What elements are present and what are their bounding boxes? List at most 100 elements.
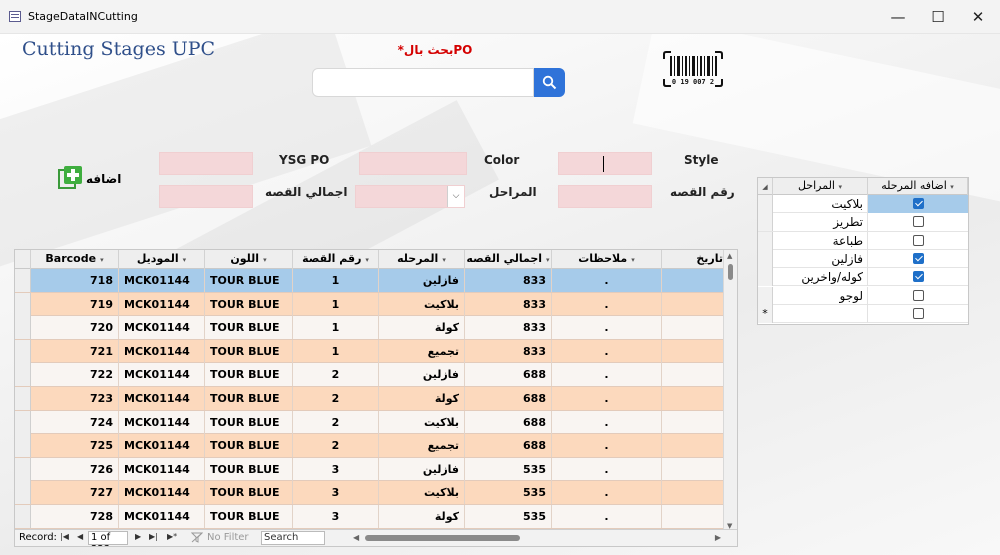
cell-barcode[interactable]: 719 [31, 292, 119, 316]
header-notes[interactable]: ملاحظات ▾ [552, 250, 662, 269]
cell-date[interactable] [662, 339, 724, 363]
row-selector[interactable] [15, 292, 31, 316]
header-stage[interactable]: المرحله ▾ [379, 250, 465, 269]
stage-checkbox[interactable] [913, 198, 924, 209]
cell-cut-number[interactable]: 3 [293, 505, 379, 528]
cell-stage[interactable]: كولة [379, 505, 465, 528]
header-date[interactable]: تاريخ [662, 250, 724, 269]
row-selector[interactable] [15, 269, 31, 292]
stage-name[interactable] [773, 304, 868, 323]
row-selector[interactable] [15, 434, 31, 458]
cell-cut-number[interactable]: 3 [293, 481, 379, 505]
cell-notes[interactable]: . [552, 410, 662, 434]
cell-cut-number[interactable]: 1 [293, 292, 379, 316]
style-field[interactable] [558, 152, 652, 175]
cell-barcode[interactable]: 718 [31, 269, 119, 292]
cell-notes[interactable]: . [552, 457, 662, 481]
cell-date[interactable] [662, 387, 724, 410]
cell-notes[interactable]: . [552, 316, 662, 340]
cell-date[interactable] [662, 316, 724, 340]
cut-number-field[interactable] [558, 185, 652, 208]
scroll-left-icon[interactable]: ◀ [353, 533, 359, 542]
cell-stage[interactable]: كولة [379, 316, 465, 340]
table-row[interactable]: 718 MCK01144 TOUR BLUE 1 فازلين 833. [15, 269, 724, 293]
row-selector[interactable] [15, 316, 31, 340]
next-record-icon[interactable]: ▶ [135, 532, 141, 541]
cell-color[interactable]: TOUR BLUE [205, 434, 293, 458]
search-button[interactable] [534, 68, 565, 97]
cell-notes[interactable]: . [552, 481, 662, 505]
cell-model[interactable]: MCK01144 [119, 505, 205, 528]
row-selector[interactable] [15, 387, 31, 410]
cell-notes[interactable]: . [552, 339, 662, 363]
cell-model[interactable]: MCK01144 [119, 363, 205, 387]
cell-date[interactable] [662, 363, 724, 387]
stage-add-cell[interactable] [868, 287, 968, 305]
stage-add-cell[interactable] [868, 195, 968, 213]
stage-checkbox[interactable] [913, 252, 924, 264]
cell-total[interactable]: 535 [465, 481, 552, 505]
color-field[interactable] [359, 152, 467, 175]
row-selector[interactable] [15, 339, 31, 363]
stage-checkbox[interactable] [913, 289, 924, 301]
cell-total[interactable]: 688 [465, 434, 552, 458]
new-record-icon[interactable]: ▶* [167, 532, 177, 541]
stages-subform[interactable]: ◢ المراحل ▾ اضافه المرحله ▾ بلاكيت تطريز ط… [757, 177, 969, 325]
row-selector[interactable] [758, 286, 773, 305]
stage-name[interactable]: تطريز [773, 213, 868, 232]
cell-total[interactable]: 688 [465, 410, 552, 434]
cell-date[interactable] [662, 457, 724, 481]
cell-barcode[interactable]: 720 [31, 316, 119, 340]
cell-date[interactable] [662, 505, 724, 528]
cell-color[interactable]: TOUR BLUE [205, 387, 293, 410]
cell-stage[interactable]: فازلين [379, 269, 465, 292]
cell-stage[interactable]: كولة [379, 387, 465, 410]
cell-total[interactable]: 833 [465, 292, 552, 316]
table-row[interactable]: 721 MCK01144 TOUR BLUE 1 تجميع 833. [15, 339, 724, 364]
cell-cut-number[interactable]: 3 [293, 457, 379, 481]
cell-notes[interactable]: . [552, 387, 662, 410]
row-selector[interactable] [15, 363, 31, 387]
cell-model[interactable]: MCK01144 [119, 481, 205, 505]
cell-barcode[interactable]: 722 [31, 363, 119, 387]
cell-barcode[interactable]: 721 [31, 339, 119, 363]
row-selector[interactable] [758, 231, 773, 250]
header-barcode[interactable]: Barcode ▾ [31, 250, 119, 269]
po-search-input[interactable] [312, 68, 534, 97]
vertical-scrollbar[interactable]: ▲ ▼ [723, 250, 737, 531]
stage-row[interactable]: * [758, 304, 968, 324]
header-total[interactable]: اجمالي القصه ▾ [465, 250, 552, 269]
stages-header-corner[interactable]: ◢ [758, 178, 773, 195]
cell-total[interactable]: 688 [465, 387, 552, 410]
cell-cut-number[interactable]: 2 [293, 434, 379, 458]
no-filter-button[interactable]: No Filter [207, 532, 249, 543]
cell-model[interactable]: MCK01144 [119, 292, 205, 316]
current-record-field[interactable]: 1 of 223 [88, 531, 128, 546]
scroll-up-icon[interactable]: ▲ [727, 252, 732, 260]
table-row[interactable]: 722 MCK01144 TOUR BLUE 2 فازلين 688. [15, 363, 724, 387]
cell-stage[interactable]: تجميع [379, 434, 465, 458]
cell-color[interactable]: TOUR BLUE [205, 481, 293, 505]
stage-add-cell[interactable] [868, 213, 968, 231]
cell-total[interactable]: 535 [465, 457, 552, 481]
stage-checkbox[interactable] [913, 271, 924, 283]
cell-model[interactable]: MCK01144 [119, 457, 205, 481]
stage-row[interactable]: طباعة [758, 231, 968, 250]
stage-add-cell[interactable] [868, 232, 968, 250]
cell-stage[interactable]: بلاكيت [379, 292, 465, 316]
cell-notes[interactable]: . [552, 363, 662, 387]
cell-model[interactable]: MCK01144 [119, 339, 205, 363]
cutting-datasheet[interactable]: Barcode ▾ الموديل ▾ اللون ▾ رقم القصة ▾ المر… [14, 249, 738, 547]
horizontal-scrollbar[interactable]: ◀ ▶ [351, 533, 723, 543]
cell-model[interactable]: MCK01144 [119, 434, 205, 458]
cell-cut-number[interactable]: 1 [293, 339, 379, 363]
prev-record-icon[interactable]: ◀ [77, 532, 83, 541]
table-row[interactable]: 724 MCK01144 TOUR BLUE 2 بلاكيت 688. [15, 410, 724, 435]
stage-name[interactable]: بلاكيت [773, 195, 868, 213]
cell-model[interactable]: MCK01144 [119, 387, 205, 410]
cell-stage[interactable]: بلاكيت [379, 481, 465, 505]
stage-name[interactable]: كوله/واخرين [773, 268, 868, 287]
cell-color[interactable]: TOUR BLUE [205, 505, 293, 528]
header-color[interactable]: اللون ▾ [205, 250, 293, 269]
cell-barcode[interactable]: 724 [31, 410, 119, 434]
